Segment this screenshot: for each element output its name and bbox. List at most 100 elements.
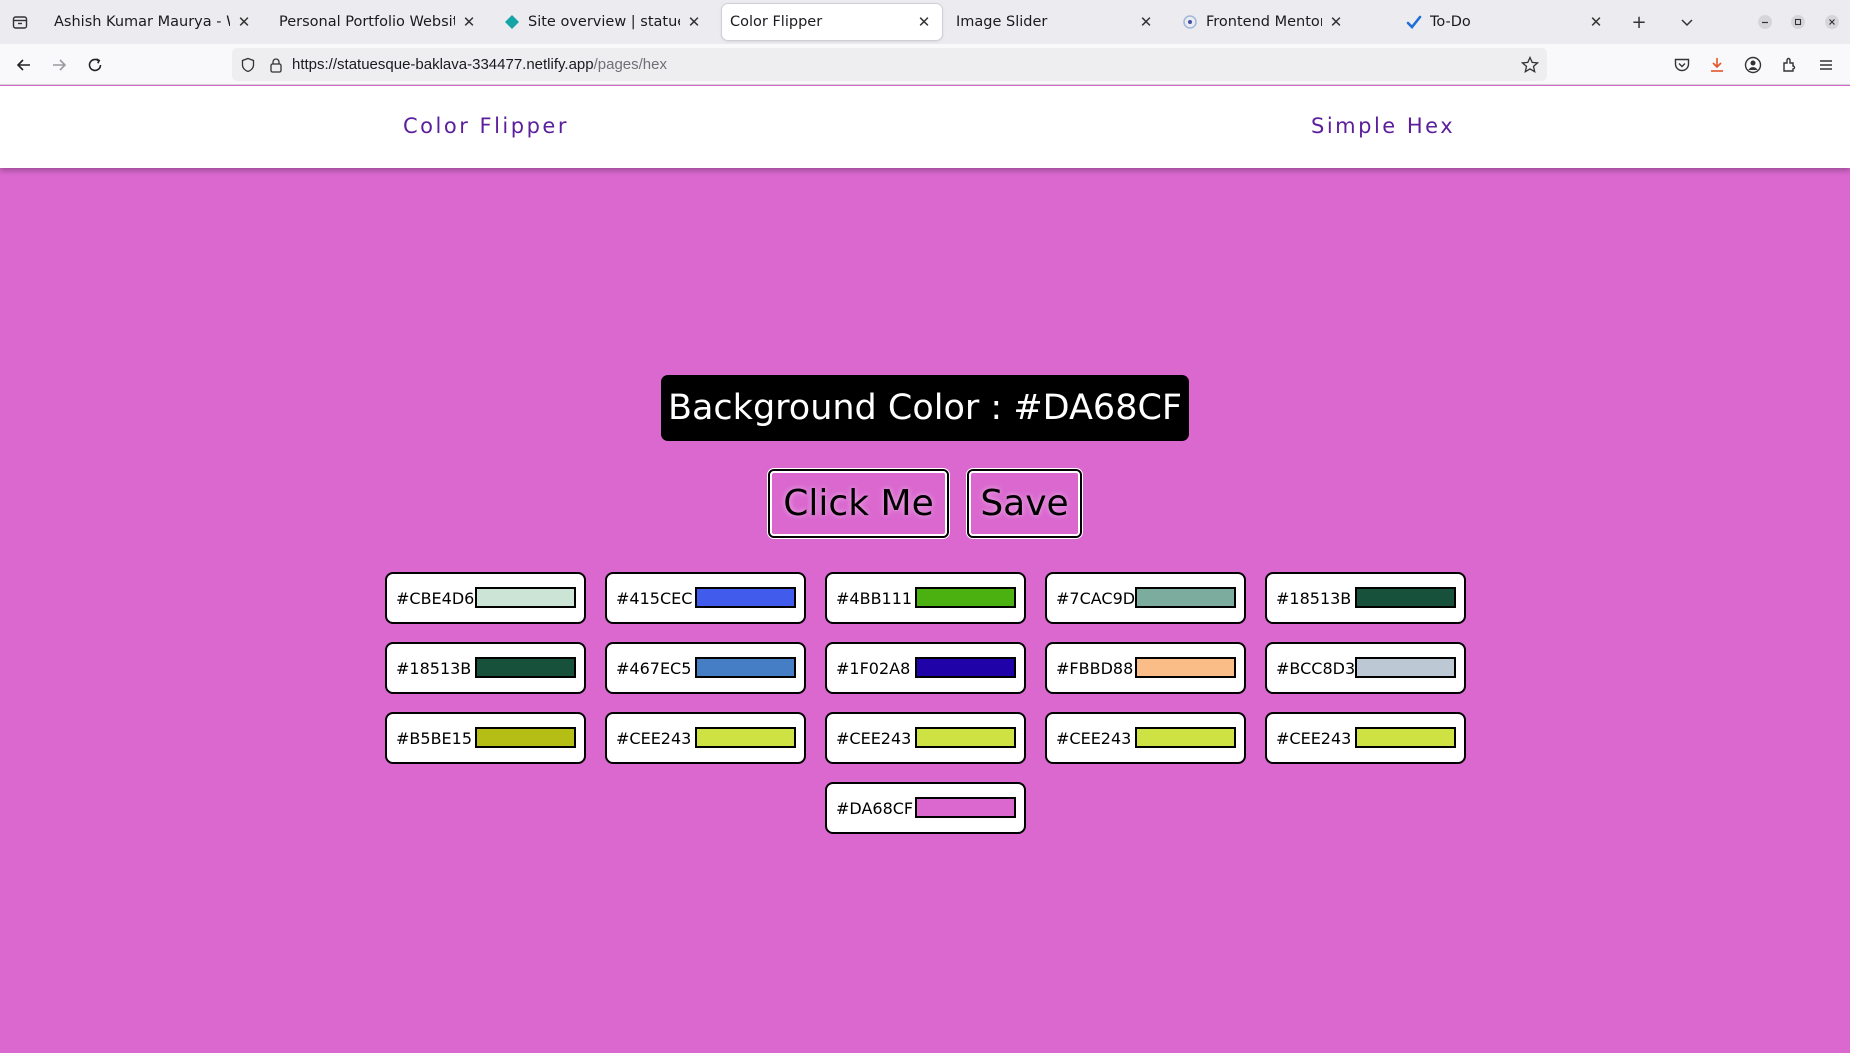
swatch-color-chip <box>1135 587 1236 608</box>
url-host: https://statuesque-baklava-334477.netlif… <box>292 56 594 73</box>
close-icon[interactable]: ✕ <box>1326 12 1346 32</box>
tab-personal-portfolio[interactable]: Personal Portfolio Website ✕ <box>271 4 487 40</box>
swatch-color-chip <box>1135 657 1236 678</box>
swatch-hex-label: #1F02A8 <box>836 658 911 678</box>
swatch-hex-label: #B5BE15 <box>396 728 473 748</box>
bookmark-star-icon[interactable] <box>1519 54 1541 76</box>
new-tab-icon[interactable]: + <box>1627 10 1651 34</box>
swatch-color-chip <box>695 657 796 678</box>
restore-icon[interactable] <box>1786 10 1810 34</box>
color-swatch-card[interactable]: #FBBD88 <box>1045 642 1246 694</box>
url-text[interactable]: https://statuesque-baklava-334477.netlif… <box>292 56 667 73</box>
swatch-color-chip <box>475 727 576 748</box>
color-swatch-card[interactable]: #CEE243 <box>1265 712 1466 764</box>
background-color-label: Background Color : #DA68CF <box>661 375 1189 441</box>
swatch-hex-label: #CEE243 <box>1276 728 1352 748</box>
forward-arrow-icon[interactable] <box>46 52 72 78</box>
color-swatch-card[interactable]: #CBE4D6 <box>385 572 586 624</box>
tab-title: Color Flipper <box>730 14 823 30</box>
swatch-color-chip <box>475 657 576 678</box>
close-icon[interactable]: ✕ <box>459 12 479 32</box>
close-icon[interactable]: ✕ <box>1136 12 1156 32</box>
nav-link-simple-hex[interactable]: Simple Hex <box>1311 114 1455 138</box>
back-arrow-icon[interactable] <box>11 52 37 78</box>
color-swatch-card[interactable]: #18513B <box>1265 572 1466 624</box>
swatch-color-chip <box>1355 657 1456 678</box>
tab-ashish-kumar-maurya[interactable]: Ashish Kumar Maurya - Web ✕ <box>46 4 262 40</box>
lock-icon[interactable] <box>266 55 286 75</box>
color-swatch-card[interactable]: #CEE243 <box>1045 712 1246 764</box>
tab-color-flipper[interactable]: Color Flipper ✕ <box>722 4 942 40</box>
checkmark-icon <box>1406 14 1422 30</box>
swatch-color-chip <box>695 727 796 748</box>
color-swatch-card[interactable]: #18513B <box>385 642 586 694</box>
swatch-color-chip <box>695 587 796 608</box>
swatch-hex-label: #BCC8D3 <box>1276 658 1356 678</box>
swatch-hex-label: #CEE243 <box>616 728 692 748</box>
tab-title: Personal Portfolio Website <box>279 14 455 30</box>
window-close-icon[interactable] <box>1820 10 1844 34</box>
swatch-hex-label: #415CEC <box>616 588 693 608</box>
download-icon[interactable] <box>1704 52 1730 78</box>
close-icon[interactable]: ✕ <box>684 12 704 32</box>
color-swatch-card[interactable]: #467EC5 <box>605 642 806 694</box>
color-swatch-card[interactable]: #BCC8D3 <box>1265 642 1466 694</box>
tab-title: Image Slider <box>956 14 1048 30</box>
swatch-hex-label: #DA68CF <box>836 798 914 818</box>
swatch-hex-label: #CEE243 <box>836 728 912 748</box>
swatch-color-chip <box>1135 727 1236 748</box>
account-icon[interactable] <box>1740 52 1766 78</box>
swatch-color-chip <box>1355 727 1456 748</box>
swatch-hex-label: #CEE243 <box>1056 728 1132 748</box>
swatch-hex-label: #467EC5 <box>616 658 692 678</box>
tab-list-chevron-icon[interactable] <box>1675 10 1699 34</box>
color-swatch-card[interactable]: #1F02A8 <box>825 642 1026 694</box>
close-icon[interactable]: ✕ <box>1586 12 1606 32</box>
swatch-color-chip <box>475 587 576 608</box>
swatch-color-chip <box>915 797 1016 818</box>
close-icon[interactable]: ✕ <box>234 12 254 32</box>
tab-image-slider[interactable]: Image Slider ✕ <box>948 4 1164 40</box>
tab-title: Ashish Kumar Maurya - Web <box>54 14 230 30</box>
swatch-hex-label: #18513B <box>396 658 472 678</box>
tab-overview-icon[interactable] <box>8 10 32 34</box>
swatch-color-chip <box>1355 587 1456 608</box>
tab-to-do[interactable]: To-Do ✕ <box>1398 4 1614 40</box>
click-me-button[interactable]: Click Me <box>768 469 949 538</box>
color-swatch-card[interactable]: #CEE243 <box>605 712 806 764</box>
swatch-hex-label: #7CAC9D <box>1056 588 1136 608</box>
color-swatch-card[interactable]: #4BB111 <box>825 572 1026 624</box>
swatch-hex-label: #18513B <box>1276 588 1352 608</box>
close-icon[interactable]: ✕ <box>914 12 934 32</box>
color-swatch-card[interactable]: #DA68CF <box>825 782 1026 834</box>
site-header: Color Flipper Simple Hex <box>0 86 1850 168</box>
minimize-icon[interactable] <box>1753 10 1777 34</box>
browser-nav-bar: https://statuesque-baklava-334477.netlif… <box>0 44 1850 85</box>
tab-frontend-mentor[interactable]: Frontend Mentor | QR co ✕ <box>1174 4 1354 40</box>
brand-link[interactable]: Color Flipper <box>403 114 569 138</box>
color-swatch-card[interactable]: #7CAC9D <box>1045 572 1246 624</box>
netlify-icon <box>504 14 520 30</box>
url-path: /pages/hex <box>593 56 667 73</box>
shield-icon[interactable] <box>238 55 258 75</box>
tab-title: Site overview | statuesqu <box>528 14 680 30</box>
swatch-color-chip <box>915 587 1016 608</box>
tab-title: Frontend Mentor | QR co <box>1206 14 1322 30</box>
swatch-hex-label: #CBE4D6 <box>396 588 475 608</box>
color-swatch-card[interactable]: #CEE243 <box>825 712 1026 764</box>
save-button[interactable]: Save <box>967 469 1082 538</box>
tab-site-overview[interactable]: Site overview | statuesqu ✕ <box>496 4 712 40</box>
frontend-mentor-icon <box>1182 14 1198 30</box>
swatch-color-chip <box>915 657 1016 678</box>
color-swatch-card[interactable]: #415CEC <box>605 572 806 624</box>
pocket-icon[interactable] <box>1669 52 1695 78</box>
address-bar[interactable]: https://statuesque-baklava-334477.netlif… <box>232 48 1547 81</box>
swatch-hex-label: #4BB111 <box>836 588 913 608</box>
extensions-icon[interactable] <box>1777 52 1803 78</box>
tab-title: To-Do <box>1430 14 1471 30</box>
browser-tab-bar: Ashish Kumar Maurya - Web ✕ Personal Por… <box>0 0 1850 44</box>
swatch-color-chip <box>915 727 1016 748</box>
color-swatch-card[interactable]: #B5BE15 <box>385 712 586 764</box>
reload-icon[interactable] <box>82 52 108 78</box>
menu-icon[interactable] <box>1813 52 1839 78</box>
